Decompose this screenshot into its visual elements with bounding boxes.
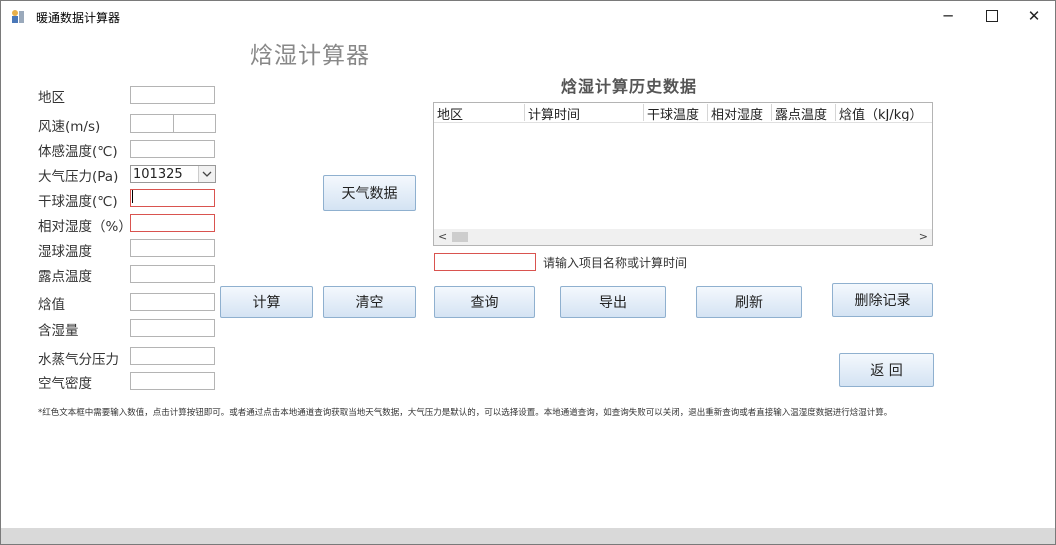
delete-record-button[interactable]: 删除记录 (832, 283, 933, 317)
refresh-button[interactable]: 刷新 (696, 286, 802, 318)
region-input[interactable] (130, 86, 215, 104)
column-header[interactable]: 相对湿度 (708, 104, 772, 121)
column-header[interactable]: 计算时间 (525, 104, 644, 121)
pressure-value: 101325 (133, 167, 183, 182)
feels-like-label: 体感温度(℃) (38, 144, 118, 160)
moisture-input[interactable] (130, 319, 215, 337)
title-bar: 暖通数据计算器 ─ ✕ (1, 1, 1055, 31)
text-cursor (132, 190, 133, 203)
search-input[interactable] (434, 253, 536, 271)
column-header[interactable]: 焓值（kJ/kg） (836, 104, 932, 121)
horizontal-scrollbar[interactable]: < > (434, 229, 932, 245)
pressure-select[interactable]: 101325 (130, 165, 216, 183)
back-button[interactable]: 返 回 (839, 353, 934, 387)
column-header[interactable]: 露点温度 (772, 104, 836, 121)
enthalpy-input[interactable] (130, 293, 215, 311)
instruction-note: *红色文本框中需要输入数值，点击计算按钮即可。或者通过点击本地通道查询获取当地天… (38, 408, 893, 418)
calculate-button[interactable]: 计算 (220, 286, 313, 318)
vapor-pressure-input[interactable] (130, 347, 215, 365)
minimize-button[interactable]: ─ (925, 1, 971, 31)
dew-point-input[interactable] (130, 265, 215, 283)
rel-humidity-input[interactable] (130, 214, 215, 232)
weather-data-button[interactable]: 天气数据 (323, 175, 416, 211)
pressure-label: 大气压力(Pa) (38, 169, 119, 185)
wind-speed-input[interactable] (130, 114, 216, 133)
chevron-down-icon[interactable] (198, 166, 215, 182)
app-icon (10, 8, 26, 24)
moisture-label: 含湿量 (38, 323, 79, 339)
wet-bulb-input[interactable] (130, 239, 215, 257)
table-header: 地区 计算时间 干球温度 相对湿度 露点温度 焓值（kJ/kg） (434, 103, 932, 123)
search-hint: 请输入项目名称或计算时间 (543, 256, 688, 270)
clear-button[interactable]: 清空 (323, 286, 416, 318)
air-density-input[interactable] (130, 372, 215, 390)
dry-bulb-label: 干球温度(℃) (38, 194, 118, 210)
page-title: 焓湿计算器 (250, 43, 370, 69)
wet-bulb-label: 湿球温度 (38, 244, 92, 260)
export-button[interactable]: 导出 (560, 286, 666, 318)
vapor-pressure-label: 水蒸气分压力 (38, 352, 119, 368)
status-bar (1, 528, 1055, 544)
query-button[interactable]: 查询 (434, 286, 535, 318)
dew-point-label: 露点温度 (38, 269, 92, 285)
scrollbar-thumb[interactable] (452, 232, 468, 242)
dry-bulb-input[interactable] (130, 189, 215, 207)
history-title: 焓湿计算历史数据 (561, 77, 698, 96)
region-label: 地区 (38, 90, 65, 106)
enthalpy-label: 焓值 (38, 297, 65, 313)
feels-like-input[interactable] (130, 140, 215, 158)
rel-humidity-label: 相对湿度（%） (38, 219, 132, 235)
scroll-left-icon[interactable]: < (438, 230, 447, 243)
maximize-button[interactable] (969, 1, 1015, 31)
maximize-icon (986, 10, 998, 22)
wind-speed-label: 风速(m/s) (38, 119, 101, 135)
history-table[interactable]: 地区 计算时间 干球温度 相对湿度 露点温度 焓值（kJ/kg） < > (433, 102, 933, 246)
column-header[interactable]: 地区 (434, 104, 525, 121)
window-title: 暖通数据计算器 (36, 11, 121, 25)
air-density-label: 空气密度 (38, 376, 92, 392)
wind-speed-divider (173, 115, 174, 132)
close-button[interactable]: ✕ (1011, 1, 1055, 31)
app-window: 暖通数据计算器 ─ ✕ 焓湿计算器 地区 风速(m/s) 体感温度(℃) 大气压… (0, 0, 1056, 545)
column-header[interactable]: 干球温度 (644, 104, 708, 121)
scroll-right-icon[interactable]: > (919, 230, 928, 243)
